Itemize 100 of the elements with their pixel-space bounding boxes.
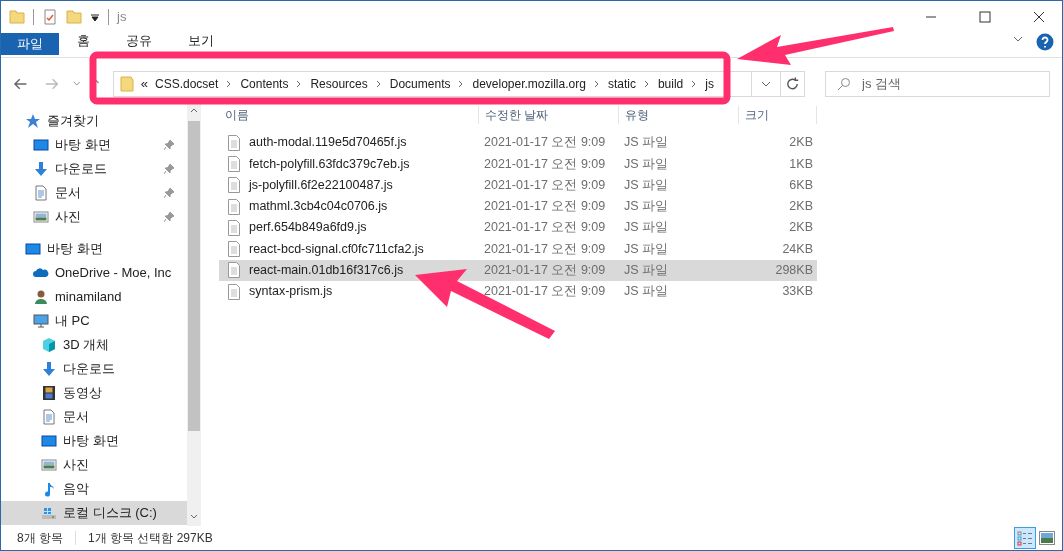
table-cell-text: 2021-01-17 오전 9:09 — [483, 219, 607, 237]
file-name: js-polyfill.6f2e22100487.js — [249, 176, 393, 194]
file-row[interactable]: js-polyfill.6f2e22100487.js 2021-01-17 오전 9:09 JS 파일 6KB — [219, 174, 817, 196]
file-row[interactable]: auth-modal.119e5d70465f.js 2021-01-17 오전 9:09 JS 파일 2KB — [219, 132, 817, 154]
table-cell-text: 33KB — [781, 283, 814, 301]
file-row[interactable]: mathml.3cb4c04c0706.js 2021-01-17 오전 9:09 JS 파일 2KB — [219, 195, 817, 218]
file-row[interactable]: fetch-polyfill.63fdc379c7eb.js 2021-01-17 오전 9:09 JS 파일 1KB — [219, 153, 817, 175]
pin-icon[interactable] — [163, 187, 175, 199]
sidebar-item[interactable]: 내 PC — [1, 309, 187, 333]
breadcrumb[interactable]: developer.mozilla.org — [472, 74, 586, 93]
search-field[interactable]: js 검색 — [825, 70, 1050, 97]
sidebar-item[interactable]: 바탕 화면 — [1, 429, 187, 453]
user-icon — [33, 289, 49, 305]
dropdown-icon[interactable] — [90, 11, 100, 23]
monitor-icon — [25, 241, 41, 257]
sidebar-item[interactable]: 문서 — [1, 181, 187, 205]
sidebar-item[interactable]: 즐겨찾기 — [1, 109, 187, 133]
table-cell-text: 6KB — [788, 176, 814, 194]
table-cell-text: JS 파일 — [623, 176, 670, 194]
table-cell-text: 1KB — [788, 155, 814, 173]
file-icon — [227, 134, 241, 151]
close-icon[interactable] — [1033, 11, 1045, 23]
file-icon — [227, 219, 241, 236]
monitor-icon — [41, 433, 57, 449]
sidebar-item[interactable]: 동영상 — [1, 381, 187, 405]
table-cell-text: 2021-01-17 오전 9:09 — [483, 176, 607, 194]
file-name: fetch-polyfill.63fdc379c7eb.js — [249, 155, 410, 173]
file-name: react-main.01db16f317c6.js — [249, 262, 404, 280]
sidebar-item[interactable]: 음악 — [1, 477, 187, 501]
table-cell-text: JS 파일 — [623, 219, 670, 237]
ribbon-tab[interactable]: 홈 — [77, 33, 90, 49]
sidebar-item[interactable]: 문서 — [1, 405, 187, 429]
table-cell-text: 2021-01-17 오전 9:09 — [483, 155, 607, 173]
pin-icon[interactable] — [163, 211, 175, 223]
table-cell-text: JS 파일 — [623, 198, 670, 216]
breadcrumb[interactable]: js — [705, 74, 714, 93]
chevron-right-icon[interactable] — [642, 79, 651, 88]
breadcrumb[interactable]: Resources — [310, 74, 368, 93]
file-row[interactable]: perf.654b849a6fd9.js 2021-01-17 오전 9:09 JS 파일 2KB — [219, 217, 817, 239]
table-cell-text: JS 파일 — [623, 134, 670, 152]
computer-icon — [33, 313, 49, 329]
breadcrumb[interactable]: Documents — [389, 74, 451, 93]
table-cell-text: 2021-01-17 오전 9:09 — [483, 134, 607, 152]
status-text: 1개 항목 선택함 297KB — [88, 530, 213, 547]
table-cell-text: JS 파일 — [623, 283, 670, 301]
ribbon-tab[interactable]: 보기 — [188, 33, 214, 49]
file-row[interactable]: react-main.01db16f317c6.js 2021-01-17 오전 9:09 JS 파일 298KB — [219, 259, 817, 282]
pin-icon[interactable] — [163, 163, 175, 175]
file-icon — [227, 198, 241, 215]
file-row[interactable]: react-bcd-signal.cf0fc711cfa2.js 2021-01-17 오전 9:09 JS 파일 24KB — [219, 238, 817, 260]
search-icon — [837, 76, 851, 91]
ribbon-tab[interactable]: 공유 — [126, 33, 152, 49]
star-icon — [25, 113, 41, 129]
status-text: 8개 항목 — [17, 530, 63, 547]
help-icon[interactable] — [1036, 33, 1054, 51]
sidebar-item[interactable]: 바탕 화면 — [1, 237, 187, 261]
table-cell-text: 2021-01-17 오전 9:09 — [483, 283, 607, 301]
table-cell-text: 2KB — [788, 134, 814, 152]
chevron-right-icon[interactable] — [374, 79, 383, 88]
maximize-icon[interactable] — [979, 11, 991, 23]
pin-icon[interactable] — [163, 139, 175, 151]
file-name: auth-modal.119e5d70465f.js — [249, 134, 407, 152]
sidebar-item[interactable]: 바탕 화면 — [1, 133, 187, 157]
address-bar[interactable]: « CSS.docset Contents Resources Documents developer.mozilla.org static build js — [112, 70, 752, 97]
file-menu-button[interactable]: 파일 — [1, 33, 59, 55]
breadcrumb[interactable]: static — [607, 74, 636, 93]
column-header[interactable]: 유형 — [619, 106, 739, 124]
file-row[interactable]: syntax-prism.js 2021-01-17 오전 9:09 JS 파일 33KB — [219, 281, 817, 303]
sidebar-item[interactable]: minamiland — [1, 285, 187, 309]
properties-icon[interactable] — [42, 9, 58, 25]
table-cell-text: 2021-01-17 오전 9:09 — [483, 198, 607, 216]
breadcrumb[interactable]: Contents — [240, 74, 289, 93]
file-icon — [227, 155, 241, 172]
column-header[interactable]: 크기 — [739, 106, 817, 124]
sidebar-item[interactable]: 다운로드 — [1, 157, 187, 181]
table-cell-text: 2KB — [788, 219, 814, 237]
sidebar-item[interactable]: 3D 개체 — [1, 333, 187, 357]
breadcrumb[interactable]: build — [657, 74, 684, 93]
table-cell-text: 2021-01-17 오전 9:09 — [483, 262, 607, 280]
sidebar-item[interactable]: OneDrive - Moe, Inc — [1, 261, 187, 285]
cube-icon — [41, 337, 57, 353]
breadcrumb[interactable]: CSS.docset — [155, 74, 219, 93]
table-cell-text: 298KB — [774, 262, 814, 280]
photo-icon — [41, 457, 57, 473]
overflow-chevron[interactable]: « — [140, 73, 148, 94]
file-name: react-bcd-signal.cf0fc711cfa2.js — [249, 240, 424, 258]
details-view-button[interactable] — [1014, 527, 1036, 549]
document-icon — [33, 185, 49, 201]
column-header[interactable]: 이름 — [219, 106, 479, 124]
column-header[interactable]: 수정한 날짜 — [479, 106, 619, 124]
file-name: syntax-prism.js — [249, 283, 333, 301]
sidebar-item[interactable]: 사진 — [1, 205, 187, 229]
sidebar-item[interactable]: 사진 — [1, 453, 187, 477]
file-name: perf.654b849a6fd9.js — [249, 219, 367, 237]
file-name: mathml.3cb4c04c0706.js — [249, 198, 388, 216]
sidebar-item[interactable]: 다운로드 — [1, 357, 187, 381]
table-cell-text: JS 파일 — [623, 240, 670, 258]
sidebar-item[interactable]: 로컬 디스크 (C:) — [1, 501, 187, 525]
table-cell-text: JS 파일 — [623, 155, 670, 173]
chevron-right-icon[interactable] — [592, 79, 601, 88]
